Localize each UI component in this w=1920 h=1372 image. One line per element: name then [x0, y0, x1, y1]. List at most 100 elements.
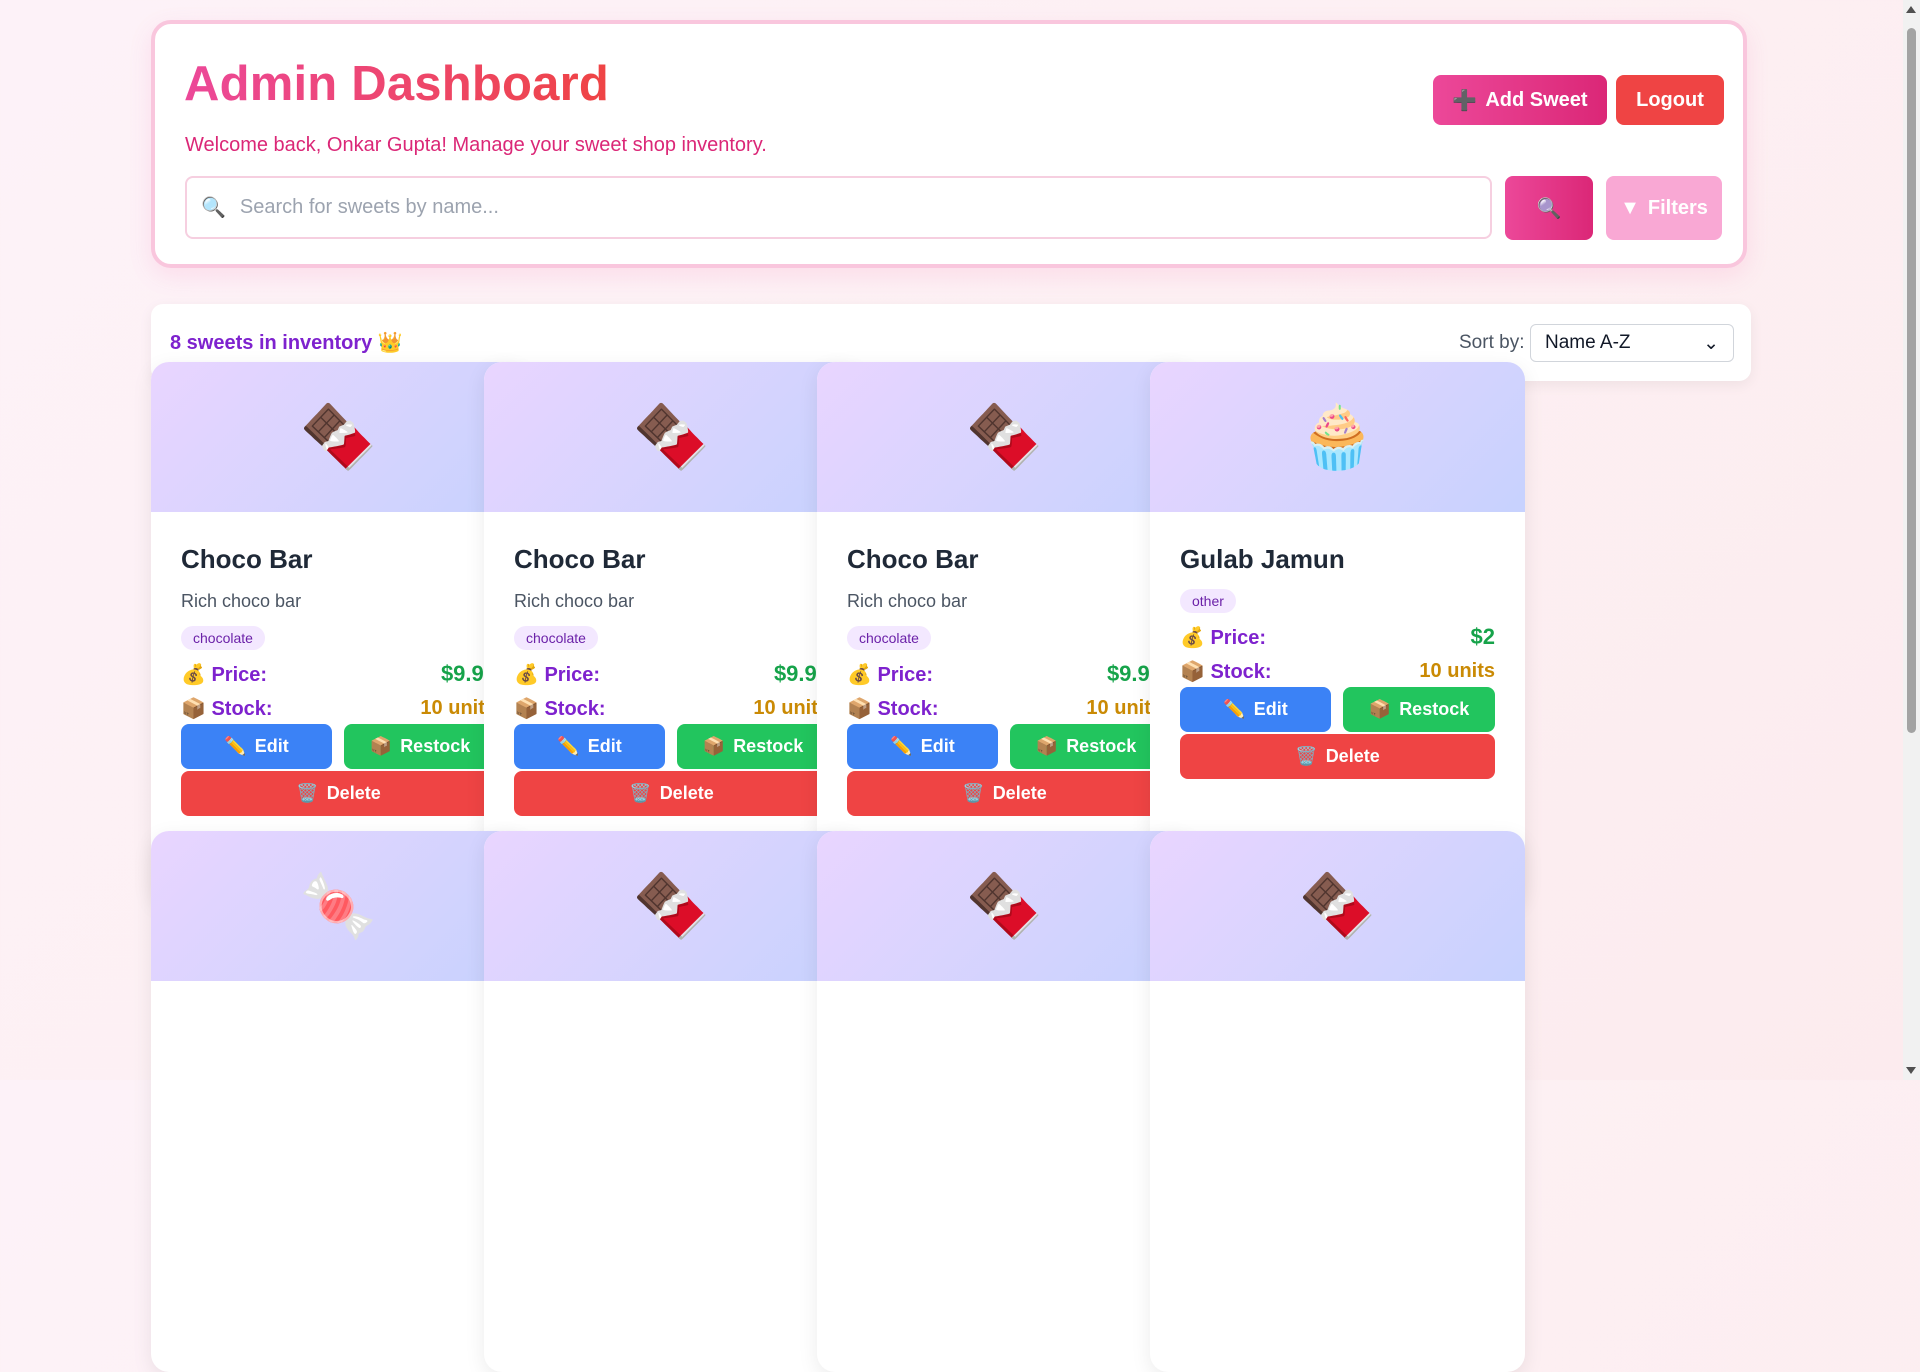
restock-button[interactable]: 📦 Restock: [1010, 724, 1162, 769]
delete-button[interactable]: 🗑️ Delete: [514, 771, 829, 816]
restock-label: Restock: [733, 736, 804, 756]
price-label-text: Price:: [877, 663, 934, 686]
scroll-thumb[interactable]: [1907, 28, 1916, 733]
money-bag-icon: 💰: [181, 663, 206, 686]
scroll-down-arrow-icon[interactable]: [1906, 1067, 1916, 1074]
package-icon: 📦: [847, 698, 872, 720]
sweet-image: 🍫: [484, 362, 859, 512]
scroll-up-arrow-icon[interactable]: [1906, 6, 1916, 13]
package-icon: 📦: [1180, 661, 1205, 683]
add-sweet-label: Add Sweet: [1485, 88, 1588, 111]
sweet-name: Choco Bar: [514, 544, 646, 574]
restock-label: Restock: [400, 736, 471, 756]
filters-button[interactable]: ▼ Filters: [1606, 176, 1722, 240]
crown-icon: 👑: [377, 332, 403, 354]
edit-button[interactable]: ✏️ Edit: [847, 724, 998, 769]
pencil-icon: ✏️: [1223, 699, 1246, 719]
sweet-description: Rich choco bar: [847, 591, 968, 611]
delete-button[interactable]: 🗑️ Delete: [1180, 734, 1495, 779]
package-icon: 📦: [181, 698, 206, 720]
search-icon: 🔍: [201, 197, 226, 219]
sweet-image: 🍫: [817, 362, 1192, 512]
edit-button[interactable]: ✏️ Edit: [1180, 687, 1331, 732]
magnifier-icon: 🔍: [1536, 197, 1562, 220]
package-icon: 📦: [1368, 699, 1392, 719]
sweet-name: Choco Bar: [181, 544, 313, 574]
delete-button[interactable]: 🗑️ Delete: [181, 771, 496, 816]
edit-button[interactable]: ✏️ Edit: [181, 724, 332, 769]
welcome-subtitle: Welcome back, Onkar Gupta! Manage your s…: [185, 134, 767, 156]
filter-icon: ▼: [1620, 196, 1640, 219]
price-label: 💰 Price:: [514, 662, 600, 687]
scrollbar[interactable]: [1903, 0, 1920, 1080]
sort-selected-value: Name A-Z: [1545, 332, 1631, 353]
page-title: Admin Dashboard: [184, 57, 609, 111]
restock-label: Restock: [1066, 736, 1137, 756]
stock-label-text: Stock:: [211, 698, 273, 720]
stock-label: 📦 Stock:: [181, 696, 273, 721]
edit-button[interactable]: ✏️ Edit: [514, 724, 665, 769]
sweet-image: 🍫: [484, 831, 859, 981]
money-bag-icon: 💰: [514, 663, 539, 686]
price-label-text: Price:: [544, 663, 601, 686]
chevron-down-icon: ⌄: [1703, 332, 1719, 354]
category-badge: chocolate: [181, 626, 265, 650]
price-value: $2: [1470, 624, 1495, 649]
sweet-name: Gulab Jamun: [1180, 544, 1345, 574]
price-row: 💰 Price: $9.99: [514, 661, 829, 687]
sweet-description: Rich choco bar: [181, 591, 302, 611]
search-box: 🔍: [185, 176, 1492, 239]
header-card: Admin Dashboard Welcome back, Onkar Gupt…: [151, 20, 1747, 268]
sweet-card: 🍫 Choco Bar Rich choco bar chocolate 💰 Price…: [151, 362, 526, 903]
package-icon: 📦: [514, 698, 539, 720]
cupcake-icon: 🧁: [1298, 402, 1377, 472]
sweet-card: 🧁 Gulab Jamun other 💰 Price: $2 📦 Stock: 10 un…: [1150, 362, 1525, 903]
category-badge: chocolate: [514, 626, 598, 650]
stock-label-text: Stock:: [877, 698, 939, 720]
edit-label: Edit: [587, 736, 622, 756]
delete-button[interactable]: 🗑️ Delete: [847, 771, 1162, 816]
stock-value: 10 units: [1419, 660, 1495, 682]
edit-label: Edit: [920, 736, 955, 756]
restock-button[interactable]: 📦 Restock: [344, 724, 496, 769]
sweet-card: 🍫 Choco Bar Rich choco bar chocolate 💰 Price…: [817, 362, 1192, 903]
delete-label: Delete: [1325, 746, 1380, 766]
logout-button[interactable]: Logout: [1616, 75, 1724, 125]
restock-button[interactable]: 📦 Restock: [1343, 687, 1495, 732]
plus-icon: ➕: [1452, 89, 1478, 112]
restock-button[interactable]: 📦 Restock: [677, 724, 829, 769]
add-sweet-button[interactable]: ➕ Add Sweet: [1433, 75, 1607, 125]
inventory-count: 8 sweets in inventory 👑: [170, 330, 403, 355]
price-label: 💰 Price:: [181, 662, 267, 687]
sweet-image: 🍫: [151, 362, 526, 512]
chocolate-bar-icon: 🍫: [632, 871, 711, 941]
chocolate-bar-icon: 🍫: [965, 871, 1044, 941]
stock-label-text: Stock:: [1210, 661, 1272, 683]
delete-label: Delete: [992, 783, 1047, 803]
trash-icon: 🗑️: [962, 783, 985, 803]
category-badge: other: [1180, 589, 1236, 613]
trash-icon: 🗑️: [1295, 746, 1318, 766]
stock-row: 📦 Stock: 10 units: [847, 696, 1162, 721]
chocolate-bar-icon: 🍫: [632, 402, 711, 472]
filters-label: Filters: [1647, 196, 1708, 219]
pencil-icon: ✏️: [224, 736, 247, 756]
sweet-card: 🍫: [817, 831, 1192, 1372]
money-bag-icon: 💰: [1180, 626, 1205, 649]
pencil-icon: ✏️: [557, 736, 580, 756]
price-label: 💰 Price:: [847, 662, 933, 687]
chocolate-bar-icon: 🍫: [1298, 871, 1377, 941]
price-row: 💰 Price: $9.99: [847, 661, 1162, 687]
category-badge: chocolate: [847, 626, 931, 650]
restock-label: Restock: [1399, 699, 1470, 719]
search-button[interactable]: 🔍: [1505, 176, 1593, 240]
edit-label: Edit: [1253, 699, 1288, 719]
inventory-count-text: 8 sweets in inventory: [170, 332, 373, 354]
sweet-card: 🍬: [151, 831, 526, 1372]
sweet-card: 🍫: [484, 831, 859, 1372]
stock-row: 📦 Stock: 10 units: [1180, 659, 1495, 684]
stock-label: 📦 Stock:: [1180, 659, 1272, 684]
price-label: 💰 Price:: [1180, 625, 1266, 650]
sort-select[interactable]: Name A-Z ⌄: [1530, 324, 1734, 362]
search-input[interactable]: [237, 195, 1490, 220]
